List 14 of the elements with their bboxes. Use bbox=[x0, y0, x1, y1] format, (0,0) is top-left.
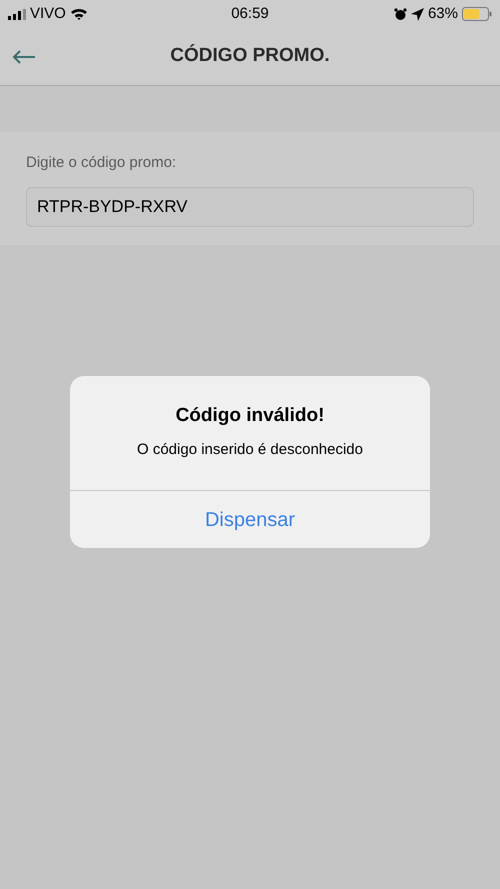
promo-code-field[interactable]: RTPR-BYDP-RXRV bbox=[26, 186, 474, 226]
battery-icon bbox=[462, 7, 492, 21]
battery-percent: 63% bbox=[428, 4, 458, 24]
alert-message: O código inserido é desconhecido bbox=[137, 440, 363, 460]
location-arrow-icon bbox=[410, 8, 424, 20]
carrier-name: VIVO bbox=[30, 4, 66, 24]
back-arrow-icon[interactable] bbox=[12, 50, 36, 64]
wifi-icon bbox=[70, 8, 88, 20]
field-label: Digite o código promo: bbox=[26, 153, 178, 173]
page-title: CÓDIGO PROMO. bbox=[169, 43, 331, 68]
status-time: 06:59 bbox=[231, 4, 269, 24]
alert-title: Código inválido! bbox=[176, 404, 324, 428]
signal-icon bbox=[8, 8, 26, 20]
alarm-icon bbox=[394, 8, 407, 20]
